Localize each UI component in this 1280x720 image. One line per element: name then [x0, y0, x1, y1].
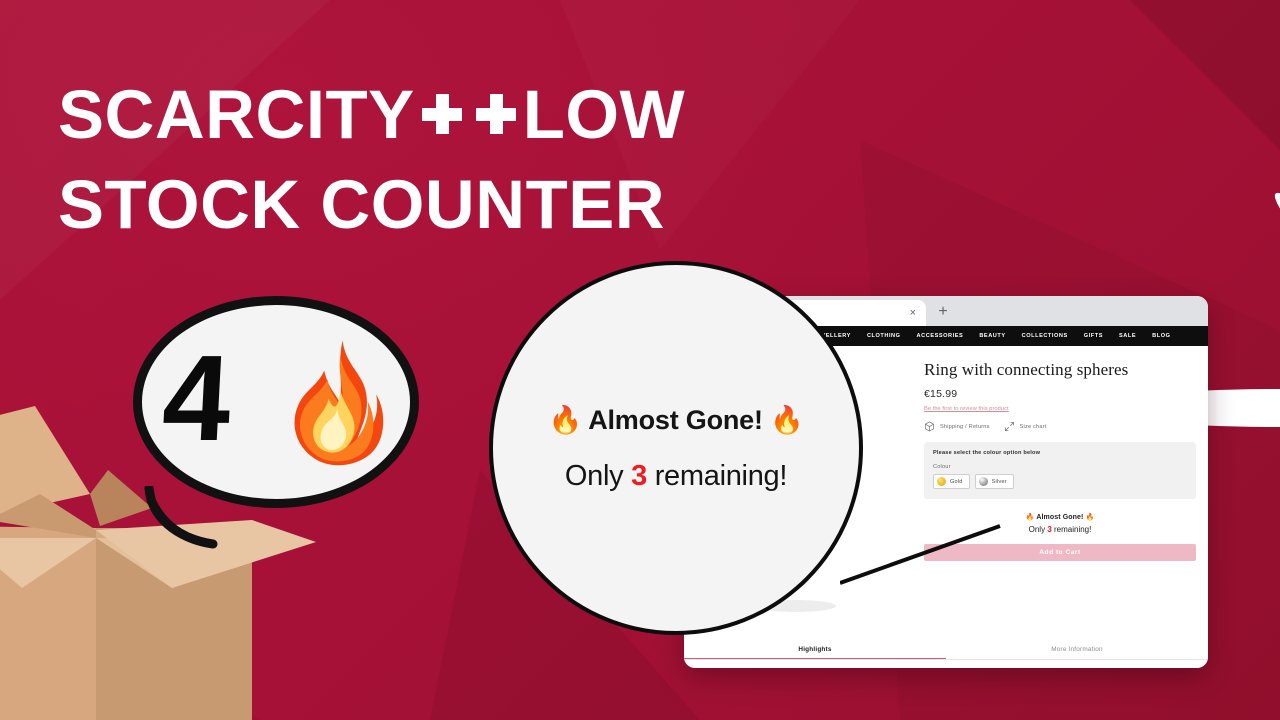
stock-headline-text: Almost Gone! — [1036, 514, 1084, 521]
stock-count-number: 4 — [159, 330, 235, 466]
nav-item-sale[interactable]: SALE — [1119, 333, 1136, 339]
new-tab-button[interactable]: + — [926, 300, 960, 326]
plus-symbol-group — [415, 66, 523, 156]
fire-emoji-icon-right: 🔥 — [770, 404, 804, 436]
nav-item-collections[interactable]: COLLECTIONS — [1022, 333, 1068, 339]
shipping-returns-label: Shipping / Returns — [940, 423, 990, 430]
stock-count-speech-bubble: 4 — [133, 296, 419, 549]
fire-emoji-icon-right: 🔥 — [1085, 513, 1095, 521]
colour-swatch-gold[interactable]: Gold — [933, 474, 970, 489]
callout-count: 3 — [631, 459, 647, 492]
highlight-item: Made of premium stainless steel, so won'… — [698, 666, 1194, 668]
shipping-returns-link[interactable]: Shipping / Returns — [924, 421, 990, 432]
plus-icon-2 — [475, 94, 516, 134]
stock-suffix: remaining! — [1054, 525, 1092, 534]
fire-emoji-icon — [294, 340, 384, 466]
nav-item-accessories[interactable]: ACCESSORIES — [917, 333, 964, 339]
product-detail-tabs: Highlights More Information — [684, 646, 1208, 660]
package-icon — [925, 421, 934, 432]
colour-swatch-silver[interactable]: Silver — [974, 474, 1014, 489]
nav-item-beauty[interactable]: BEAUTY — [979, 333, 1005, 339]
close-icon[interactable]: × — [910, 307, 916, 319]
product-tab-more-information[interactable]: More Information — [946, 646, 1208, 659]
nav-item-blog[interactable]: BLOG — [1152, 333, 1170, 339]
callout-circle: 🔥 Almost Gone! 🔥 Only 3 remaining! — [489, 261, 863, 635]
swatch-label: Gold — [950, 478, 963, 485]
expand-arrow-icon — [1004, 421, 1014, 432]
callout-headline-text: Almost Gone! — [588, 404, 763, 435]
product-tab-highlights[interactable]: Highlights — [684, 646, 946, 659]
swatch-label: Silver — [991, 478, 1007, 485]
review-link[interactable]: Be the first to review this product — [924, 406, 1196, 412]
gold-swatch-icon — [937, 477, 946, 486]
product-price: €15.99 — [924, 388, 958, 400]
headline-line-2: STOCK COUNTER — [58, 166, 666, 243]
colour-label: Colour — [933, 464, 951, 470]
headline-scarcity: SCARCITY — [58, 76, 415, 153]
callout-suffix: remaining! — [654, 459, 788, 492]
option-lead-text: Please select the colour option below — [933, 450, 1041, 456]
colour-option-panel: Please select the colour option below Co… — [924, 442, 1196, 499]
silver-swatch-icon — [978, 477, 988, 486]
nav-item-gifts[interactable]: GIFTS — [1084, 333, 1103, 339]
product-title: Ring with connecting spheres — [924, 360, 1129, 379]
callout-count-line: Only 3 remaining! — [564, 459, 788, 493]
highlights-list: Made of premium stainless steel, so won'… — [698, 666, 1194, 668]
callout-leader-line — [840, 524, 1001, 585]
colour-swatch-list: Gold Silver — [933, 474, 1187, 489]
headline-low: LOW — [522, 76, 686, 153]
callout-prefix: Only — [564, 459, 624, 492]
size-chart-label: Size chart — [1019, 423, 1047, 430]
headline-line-1: SCARCITY LOW — [58, 66, 818, 160]
callout-headline: 🔥 Almost Gone! 🔥 — [548, 404, 803, 436]
page-title: SCARCITY LOW STOCK COUNTER — [58, 66, 818, 250]
plus-icon-1 — [421, 94, 462, 134]
fire-emoji-icon-left: 🔥 — [548, 404, 582, 436]
product-meta-row: Shipping / Returns Size chart — [924, 421, 1196, 432]
stock-count: 3 — [1047, 525, 1052, 534]
nav-item-clothing[interactable]: CLOTHING — [867, 333, 901, 339]
size-chart-link[interactable]: Size chart — [1004, 421, 1047, 432]
